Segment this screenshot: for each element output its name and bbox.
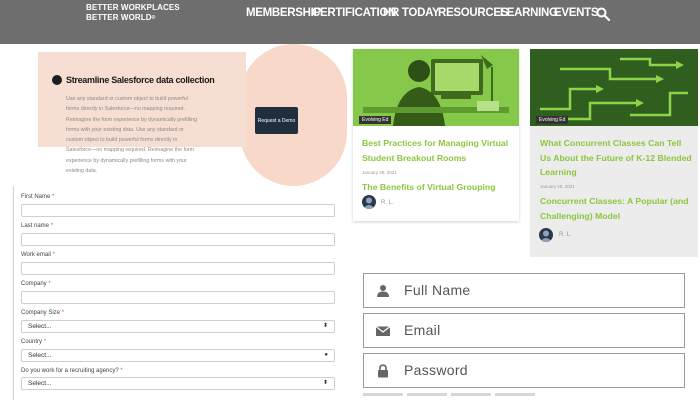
strength-segment <box>363 393 403 396</box>
email-placeholder: Email <box>404 322 441 338</box>
article-date: January 28, 2021 <box>362 170 397 175</box>
search-icon[interactable] <box>596 7 610 21</box>
author-avatar <box>362 195 376 209</box>
article-card[interactable]: Evolving Ed Best Practices for Managing … <box>353 49 519 221</box>
work-email-label: Work email * <box>21 252 55 258</box>
brand-logo[interactable]: BETTER WORKPLACES BETTER WORLD® <box>86 3 180 23</box>
country-select[interactable]: Select... ● <box>21 349 335 362</box>
recruiting-agency-label: Do you work for a recruiting agency? * <box>21 368 123 374</box>
strength-segment <box>407 393 447 396</box>
select-caret-icon: ⬍ <box>322 323 328 329</box>
company-size-select[interactable]: Select... ⬍ <box>21 320 335 333</box>
password-field[interactable]: Password <box>363 353 685 388</box>
article-image: Evolving Ed <box>353 49 519 126</box>
nav-events[interactable]: EVENTS <box>554 7 599 19</box>
email-field[interactable]: Email <box>363 313 685 348</box>
last-name-label: Last name * <box>21 223 54 229</box>
select-caret-icon: ● <box>324 352 328 358</box>
full-name-field[interactable]: Full Name <box>363 273 685 308</box>
full-name-placeholder: Full Name <box>404 282 471 298</box>
last-name-input[interactable] <box>21 233 335 246</box>
company-input[interactable] <box>21 291 335 304</box>
strength-segment <box>451 393 491 396</box>
article-tag[interactable]: Evolving Ed <box>536 116 569 124</box>
nav-learning[interactable]: LEARNING <box>500 7 558 19</box>
top-navigation: BETTER WORKPLACES BETTER WORLD® MEMBERSH… <box>0 0 700 44</box>
page: BETTER WORKPLACES BETTER WORLD® MEMBERSH… <box>0 0 700 400</box>
company-size-label: Company Size * <box>21 310 65 316</box>
banner-title: Streamline Salesforce data collection <box>66 75 215 85</box>
company-label: Company * <box>21 281 51 287</box>
nav-hr-today[interactable]: HR TODAY <box>383 7 440 19</box>
first-name-label: First Name * <box>21 194 55 200</box>
envelope-icon <box>376 326 390 336</box>
user-icon <box>377 285 389 297</box>
article-tag[interactable]: Evolving Ed <box>359 116 392 124</box>
select-caret-icon: ⬍ <box>322 380 328 386</box>
article-related-link[interactable]: Concurrent Classes: A Popular (and Chall… <box>540 194 692 223</box>
work-email-input[interactable] <box>21 262 335 275</box>
article-title[interactable]: What Concurrent Classes Can Tell Us Abou… <box>540 136 692 180</box>
brand-line-1: BETTER WORKPLACES <box>86 3 180 12</box>
article-date: January 26, 2021 <box>540 184 575 189</box>
strength-segment <box>495 393 535 396</box>
author-name: R. L. <box>559 232 572 238</box>
brand-line-2: BETTER WORLD® <box>86 13 156 22</box>
banner-logo-icon <box>52 75 62 85</box>
country-label: Country * <box>21 339 47 345</box>
article-title[interactable]: Best Practices for Managing Virtual Stud… <box>362 136 512 165</box>
first-name-input[interactable] <box>21 204 335 217</box>
banner-body-text: Use any standard or custom object to bui… <box>66 96 198 175</box>
form-divider <box>13 186 14 400</box>
password-placeholder: Password <box>404 362 468 378</box>
article-card[interactable]: Evolving Ed What Concurrent Classes Can … <box>530 49 698 257</box>
nav-membership[interactable]: MEMBERSHIP <box>246 7 321 19</box>
article-related-link[interactable]: The Benefits of Virtual Grouping <box>362 180 512 195</box>
author-avatar <box>539 228 553 242</box>
lock-icon <box>378 364 388 378</box>
author-name: R. L. <box>381 200 394 206</box>
article-image: Evolving Ed <box>530 49 698 126</box>
request-demo-button[interactable]: Request a Demo <box>255 107 298 134</box>
recruiting-agency-select[interactable]: Select... ⬍ <box>21 377 335 390</box>
nav-resources[interactable]: RESOURCES <box>438 7 508 19</box>
